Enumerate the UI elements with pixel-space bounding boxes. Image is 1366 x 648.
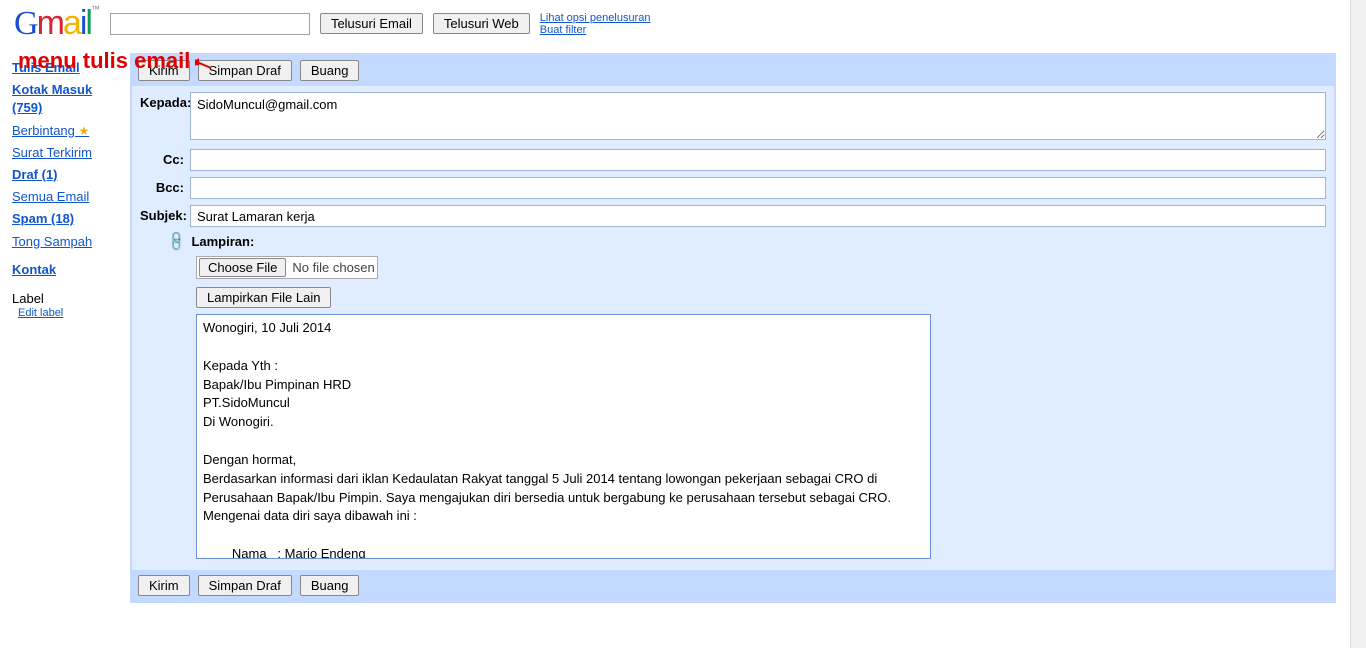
top-action-bar: Kirim Simpan Draf Buang: [132, 55, 1334, 86]
search-options-link[interactable]: Lihat opsi penelusuran: [540, 12, 651, 24]
bcc-row: Bcc:: [140, 177, 1326, 199]
message-body[interactable]: [196, 314, 931, 559]
send-button-bottom[interactable]: Kirim: [138, 575, 190, 596]
compose-panel: Kirim Simpan Draf Buang Kepada: Cc: Bcc:: [130, 53, 1336, 603]
more-attach-row: Lampirkan File Lain: [196, 287, 1326, 308]
page-scrollbar[interactable]: [1350, 0, 1366, 648]
header: Gmail™ Telusuri Email Telusuri Web Lihat…: [0, 0, 1366, 43]
attach-header-row: 🔗 Lampiran:: [168, 233, 1326, 250]
edit-label-link[interactable]: Edit label: [18, 306, 126, 321]
compose-form: Kepada: Cc: Bcc: Subjek:: [132, 86, 1334, 570]
sidebar: Tulis Email Kotak Masuk (759) Berbintang…: [0, 53, 130, 603]
subject-label: Subjek:: [140, 205, 190, 223]
search-links: Lihat opsi penelusuran Buat filter: [540, 12, 651, 36]
sidebar-inbox[interactable]: Kotak Masuk (759): [12, 81, 126, 117]
to-label: Kepada:: [140, 92, 190, 110]
tutorial-annotation: menu tulis email: [18, 48, 217, 74]
sidebar-trash[interactable]: Tong Sampah: [12, 233, 126, 251]
labels-header: Label: [12, 291, 126, 306]
sidebar-sent[interactable]: Surat Terkirim: [12, 144, 126, 162]
search-web-button[interactable]: Telusuri Web: [433, 13, 530, 34]
file-chooser[interactable]: Choose File No file chosen: [196, 256, 378, 279]
subject-field[interactable]: [190, 205, 1326, 227]
star-icon: ★: [79, 124, 90, 138]
sidebar-all-mail[interactable]: Semua Email: [12, 188, 126, 206]
to-row: Kepada:: [140, 92, 1326, 143]
cc-row: Cc:: [140, 149, 1326, 171]
sidebar-starred[interactable]: Berbintang ★: [12, 122, 126, 140]
attach-label: Lampiran:: [191, 234, 254, 249]
search-input[interactable]: [110, 13, 310, 35]
subject-row: Subjek:: [140, 205, 1326, 227]
bcc-field[interactable]: [190, 177, 1326, 199]
bottom-action-bar: Kirim Simpan Draf Buang: [132, 570, 1334, 601]
to-field[interactable]: [190, 92, 1326, 140]
discard-button-top[interactable]: Buang: [300, 60, 360, 81]
bcc-label: Bcc:: [140, 177, 190, 195]
save-draft-button-bottom[interactable]: Simpan Draf: [198, 575, 292, 596]
discard-button-bottom[interactable]: Buang: [300, 575, 360, 596]
choose-file-button[interactable]: Choose File: [199, 258, 286, 277]
cc-label: Cc:: [140, 149, 190, 167]
cc-field[interactable]: [190, 149, 1326, 171]
file-status: No file chosen: [292, 260, 374, 275]
search-email-button[interactable]: Telusuri Email: [320, 13, 423, 34]
attach-more-button[interactable]: Lampirkan File Lain: [196, 287, 331, 308]
file-chooser-row: Choose File No file chosen: [196, 256, 1326, 279]
sidebar-contacts[interactable]: Kontak: [12, 261, 126, 279]
sidebar-spam[interactable]: Spam (18): [12, 210, 126, 228]
gmail-logo: Gmail™: [14, 4, 100, 43]
create-filter-link[interactable]: Buat filter: [540, 24, 651, 36]
arrow-icon: [195, 52, 217, 72]
body-wrap: [196, 314, 1322, 562]
sidebar-draft[interactable]: Draf (1): [12, 166, 126, 184]
main-area: Tulis Email Kotak Masuk (759) Berbintang…: [0, 53, 1366, 603]
paperclip-icon: 🔗: [165, 229, 189, 253]
